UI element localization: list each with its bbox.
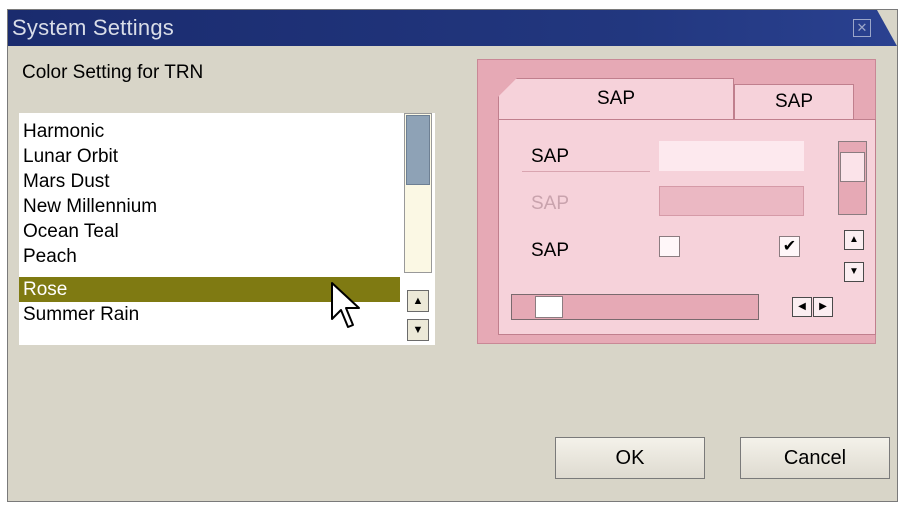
label-underline [522,171,650,172]
preview-label-disabled: SAP [531,193,570,214]
scroll-down-icon[interactable]: ▼ [844,262,864,282]
preview-hscroll-thumb[interactable] [535,296,563,318]
list-item[interactable]: Peach [19,244,400,269]
title-bar: System Settings ✕ [8,10,897,46]
tab-preview-1[interactable]: SAP [498,78,734,120]
mouse-cursor-icon [331,282,360,328]
scroll-up-icon[interactable]: ▲ [844,230,864,250]
ok-button[interactable]: OK [555,437,705,479]
title-bar-corner [877,10,897,46]
scroll-right-icon[interactable]: ▶ [813,297,833,317]
scroll-down-icon[interactable]: ▼ [407,319,429,341]
preview-checkbox-checked[interactable]: ✔ [779,236,800,257]
list-item[interactable]: Harmonic [19,119,400,144]
preview-vscroll-thumb[interactable] [840,152,865,182]
preview-label-3: SAP [531,240,570,261]
scroll-up-icon[interactable]: ▲ [407,290,429,312]
close-icon[interactable]: ✕ [853,19,871,37]
preview-label-1: SAP [531,146,570,167]
scroll-left-icon[interactable]: ◀ [792,297,812,317]
color-setting-label: Color Setting for TRN [22,62,204,83]
tab-preview-2[interactable]: SAP [734,84,854,119]
list-scrollbar-thumb[interactable] [406,115,430,185]
preview-input-1[interactable] [659,141,804,171]
window-title: System Settings [12,15,174,40]
list-item[interactable]: Ocean Teal [19,219,400,244]
preview-input-disabled [659,186,804,216]
list-item[interactable]: New Millennium [19,194,400,219]
list-item[interactable]: Lunar Orbit [19,144,400,169]
list-item[interactable]: Mars Dust [19,169,400,194]
cancel-button[interactable]: Cancel [740,437,890,479]
theme-listbox[interactable]: Harmonic Lunar Orbit Mars Dust New Mille… [19,113,435,345]
preview-checkbox-unchecked[interactable] [659,236,680,257]
